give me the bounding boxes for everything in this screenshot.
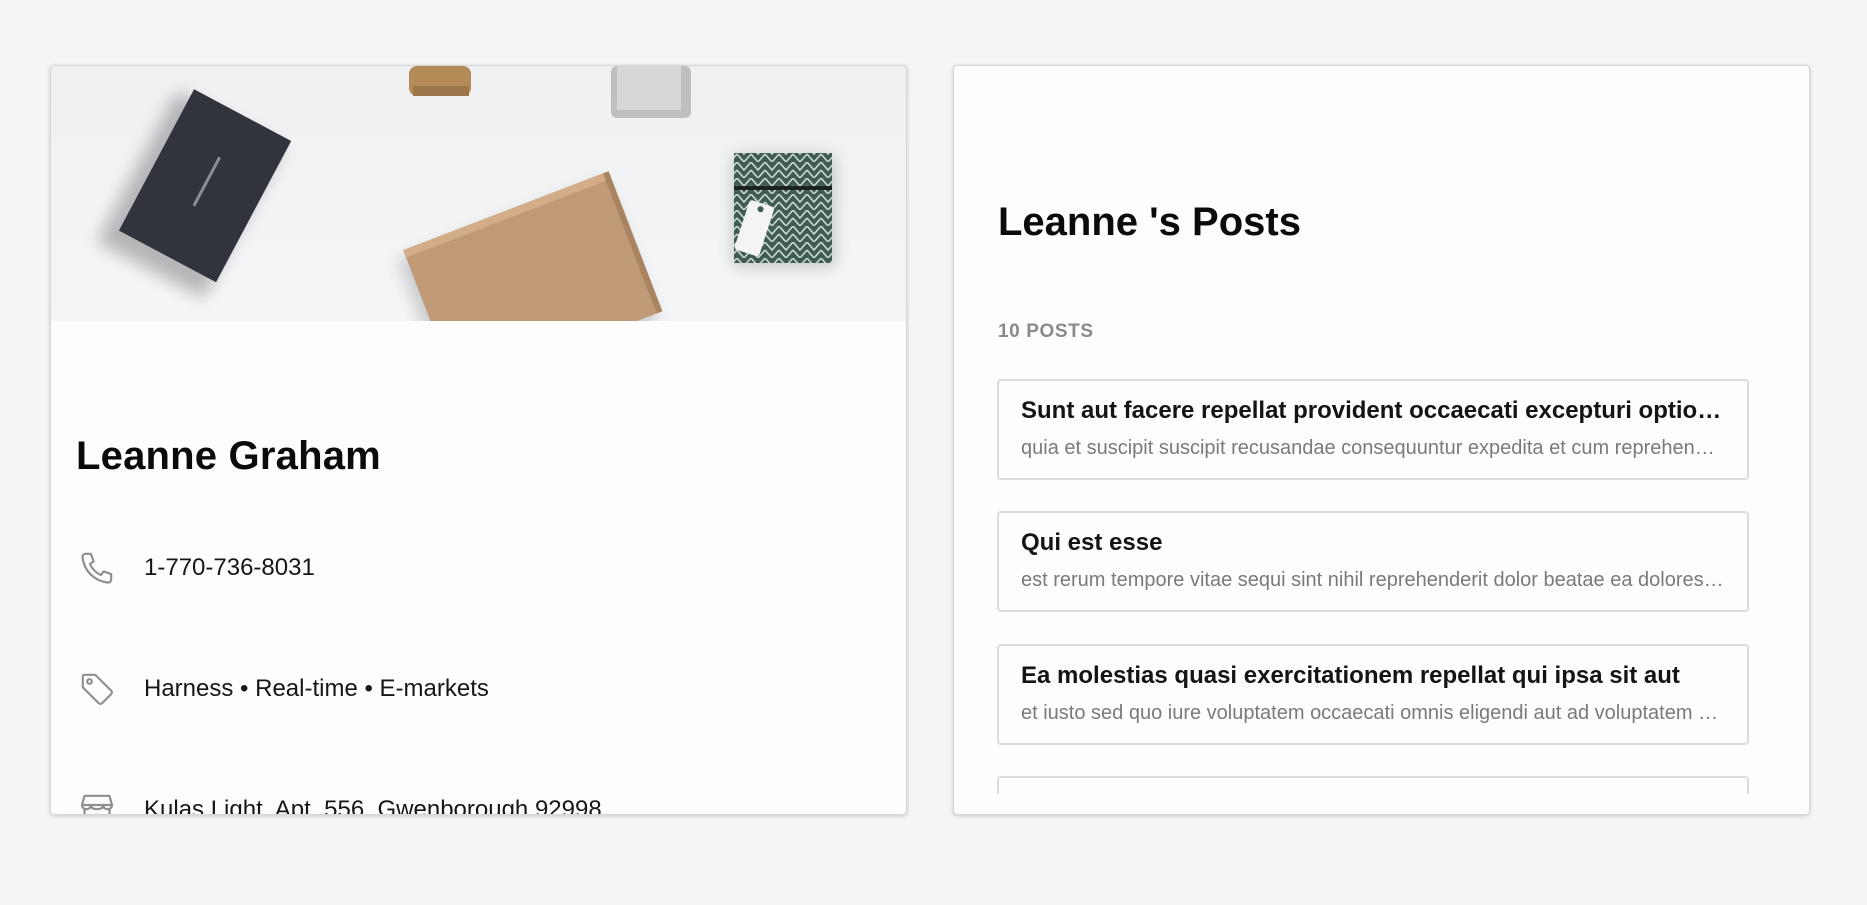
tags-row: Harness • Real-time • E-markets xyxy=(76,664,876,714)
posts-list[interactable]: Sunt aut facere repellat provident occae… xyxy=(997,379,1753,794)
company-tags: Harness • Real-time • E-markets xyxy=(144,675,489,702)
posts-count: 10 POSTS xyxy=(998,321,1094,342)
profile-name: Leanne Graham xyxy=(76,434,381,478)
tag-icon xyxy=(76,668,118,710)
address-row: Kulas Light, Apt. 556, Gwenborough 92998 xyxy=(76,785,876,815)
post-title: Qui est esse xyxy=(1021,529,1163,556)
phone-icon xyxy=(76,547,118,589)
post-title: Sunt aut facere repellat provident occae… xyxy=(1021,397,1725,424)
post-excerpt: quia et suscipit suscipit recusandae con… xyxy=(1021,437,1725,459)
posts-card: Leanne 's Posts 10 POSTS Sunt aut facere… xyxy=(953,65,1810,815)
posts-title: Leanne 's Posts xyxy=(998,200,1301,244)
phone-row: 1-770-736-8031 xyxy=(76,543,876,593)
store-icon xyxy=(76,789,118,814)
post-item[interactable] xyxy=(997,776,1749,794)
post-excerpt: est rerum tempore vitae sequi sint nihil… xyxy=(1021,569,1725,591)
post-excerpt: et iusto sed quo iure voluptatem occaeca… xyxy=(1021,702,1725,724)
address-text: Kulas Light, Apt. 556, Gwenborough 92998 xyxy=(144,796,602,815)
post-item[interactable]: Ea molestias quasi exercitationem repell… xyxy=(997,644,1749,745)
profile-card: Leanne Graham 1-770-736-8031 Harness • R… xyxy=(50,65,907,815)
post-item[interactable]: Qui est esse est rerum tempore vitae seq… xyxy=(997,511,1749,612)
hero-image xyxy=(51,66,906,321)
post-title: Ea molestias quasi exercitationem repell… xyxy=(1021,662,1680,689)
phone-number: 1-770-736-8031 xyxy=(144,554,315,581)
post-item[interactable]: Sunt aut facere repellat provident occae… xyxy=(997,379,1749,480)
